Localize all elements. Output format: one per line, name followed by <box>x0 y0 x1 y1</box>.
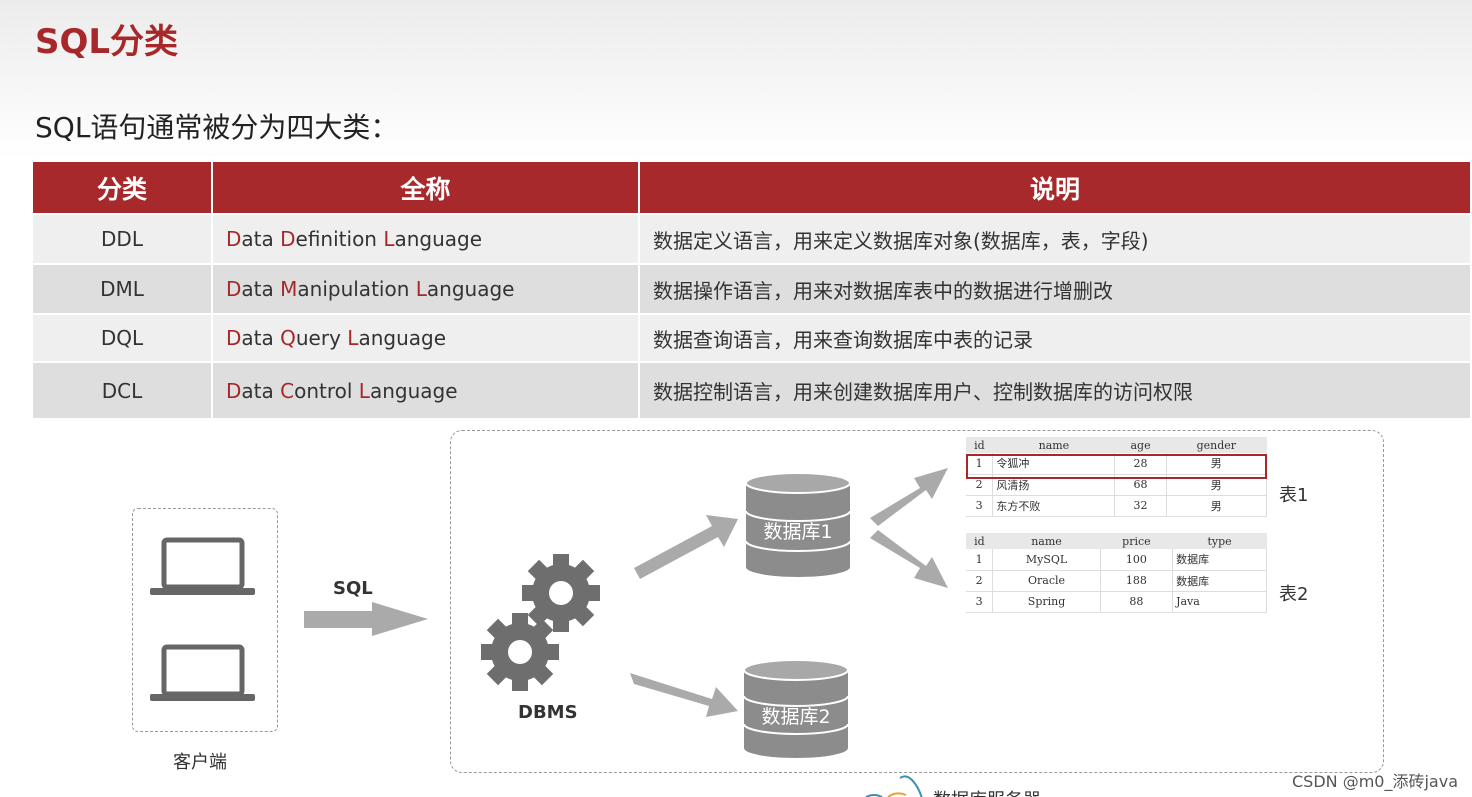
sample-table-2: id name price type 1 MySQL 100 数据库 2 Oracle 188 数据… <box>966 533 1267 613</box>
table-cell: Oracle <box>992 570 1101 592</box>
table-cell: 32 <box>1114 495 1167 517</box>
column-header: id <box>966 533 993 549</box>
table-cell: 188 <box>1100 570 1174 592</box>
dbms-to-db1-arrow <box>634 515 738 579</box>
database-1-label: 数据库1 <box>763 521 833 543</box>
table-cell: Spring <box>992 591 1101 613</box>
db1-to-table1-arrow <box>870 468 948 526</box>
architecture-diagram <box>150 468 948 797</box>
table-cell: 男 <box>1166 495 1268 517</box>
database-2-label: 数据库2 <box>761 706 831 728</box>
table-1-label: 表1 <box>1279 485 1309 506</box>
sql-arrow <box>304 602 428 636</box>
table-2-label: 表2 <box>1279 584 1309 605</box>
table-cell: 100 <box>1100 549 1174 571</box>
dbms-label: DBMS <box>518 702 578 723</box>
table-cell: 3 <box>966 495 994 517</box>
table-row: 1 MySQL 100 数据库 <box>966 549 1267 571</box>
table-cell: 1 <box>966 549 994 571</box>
gear-icon <box>522 554 600 632</box>
table-cell: 东方不败 <box>992 495 1116 517</box>
table-cell: 数据库 <box>1172 549 1267 571</box>
table-cell: MySQL <box>992 549 1101 571</box>
column-header: name <box>992 437 1115 453</box>
table-cell: Java <box>1172 591 1267 613</box>
table-row: 3 Spring 88 Java <box>966 591 1267 613</box>
laptop-icon <box>150 644 255 701</box>
column-header: age <box>1114 437 1167 453</box>
dbms-to-db2-arrow <box>630 673 738 717</box>
database-server-label: 数据库服务器 <box>933 786 1041 797</box>
column-header: gender <box>1166 437 1267 453</box>
laptop-icon <box>150 537 255 595</box>
table-cell: 数据库 <box>1172 570 1267 592</box>
client-label: 客户端 <box>173 752 227 773</box>
column-header: id <box>966 437 993 453</box>
csdn-watermark: CSDN @m0_添砖java <box>1292 772 1458 791</box>
table-row: 3 东方不败 32 男 <box>966 495 1268 517</box>
column-header: price <box>1100 533 1173 549</box>
highlighted-row-box <box>966 454 1267 479</box>
db1-to-table2-arrow <box>870 530 948 588</box>
table-cell: 2 <box>966 570 994 592</box>
gear-icon <box>481 613 559 691</box>
sql-label: SQL <box>333 578 373 599</box>
table-cell: 3 <box>966 591 994 613</box>
mysql-dolphin-icon <box>865 775 923 797</box>
table-row: 2 Oracle 188 数据库 <box>966 570 1267 592</box>
column-header: name <box>992 533 1101 549</box>
table-cell: 88 <box>1100 591 1174 613</box>
column-header: type <box>1172 533 1267 549</box>
